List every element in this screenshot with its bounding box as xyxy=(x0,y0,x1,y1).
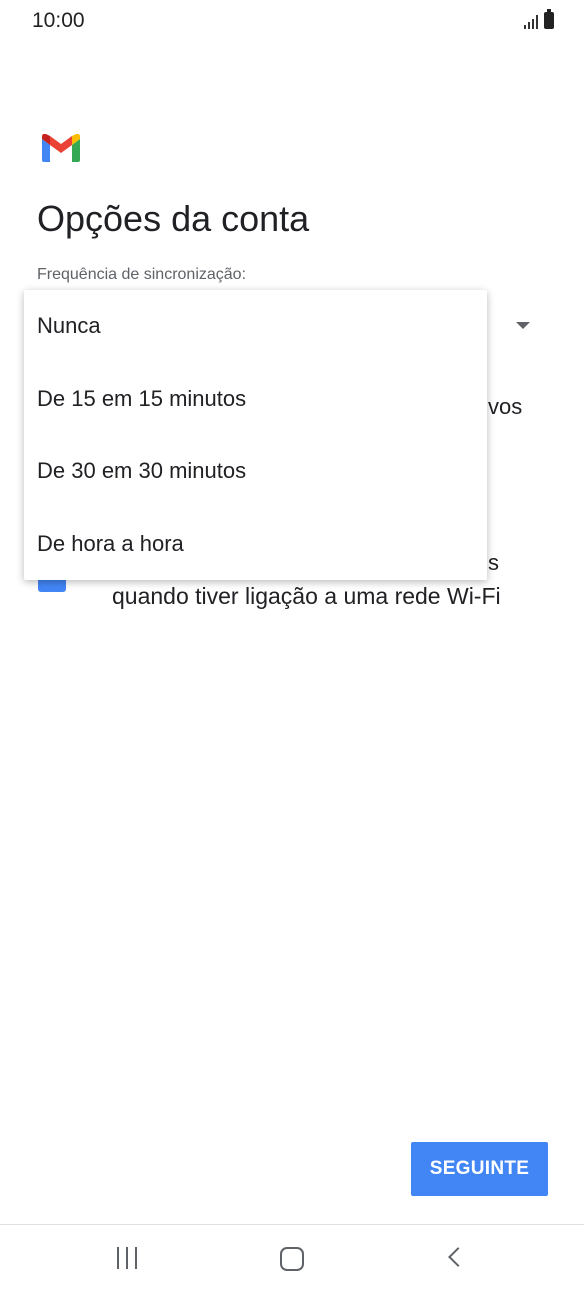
recents-icon[interactable] xyxy=(117,1247,137,1269)
battery-icon xyxy=(544,9,554,29)
page-title: Opções da conta xyxy=(37,198,310,239)
wifi-sync-label: quando tiver ligação a uma rede Wi-Fi xyxy=(112,583,501,609)
status-time: 10:00 xyxy=(32,9,85,32)
dropdown-option-30-min[interactable]: De 30 em 30 minutos xyxy=(24,435,487,507)
gmail-logo-icon xyxy=(42,134,80,162)
home-icon[interactable] xyxy=(280,1247,304,1271)
dropdown-option-hourly[interactable]: De hora a hora xyxy=(24,508,487,580)
next-button[interactable]: SEGUINTE xyxy=(411,1142,548,1196)
signal-icon xyxy=(524,13,538,29)
sync-frequency-label: Frequência de sincronização: xyxy=(37,266,247,283)
dropdown-arrow-icon[interactable] xyxy=(516,322,530,329)
option-label-partial-2: s xyxy=(488,550,499,575)
dropdown-option-never[interactable]: Nunca xyxy=(24,290,487,362)
sync-frequency-dropdown: Nunca De 15 em 15 minutos De 30 em 30 mi… xyxy=(24,290,487,580)
dropdown-option-15-min[interactable]: De 15 em 15 minutos xyxy=(24,363,487,435)
back-icon[interactable] xyxy=(448,1247,468,1267)
status-icons xyxy=(524,9,554,29)
status-bar: 10:00 xyxy=(0,0,584,44)
option-label-partial: vos xyxy=(488,394,523,419)
navigation-bar xyxy=(0,1224,584,1298)
